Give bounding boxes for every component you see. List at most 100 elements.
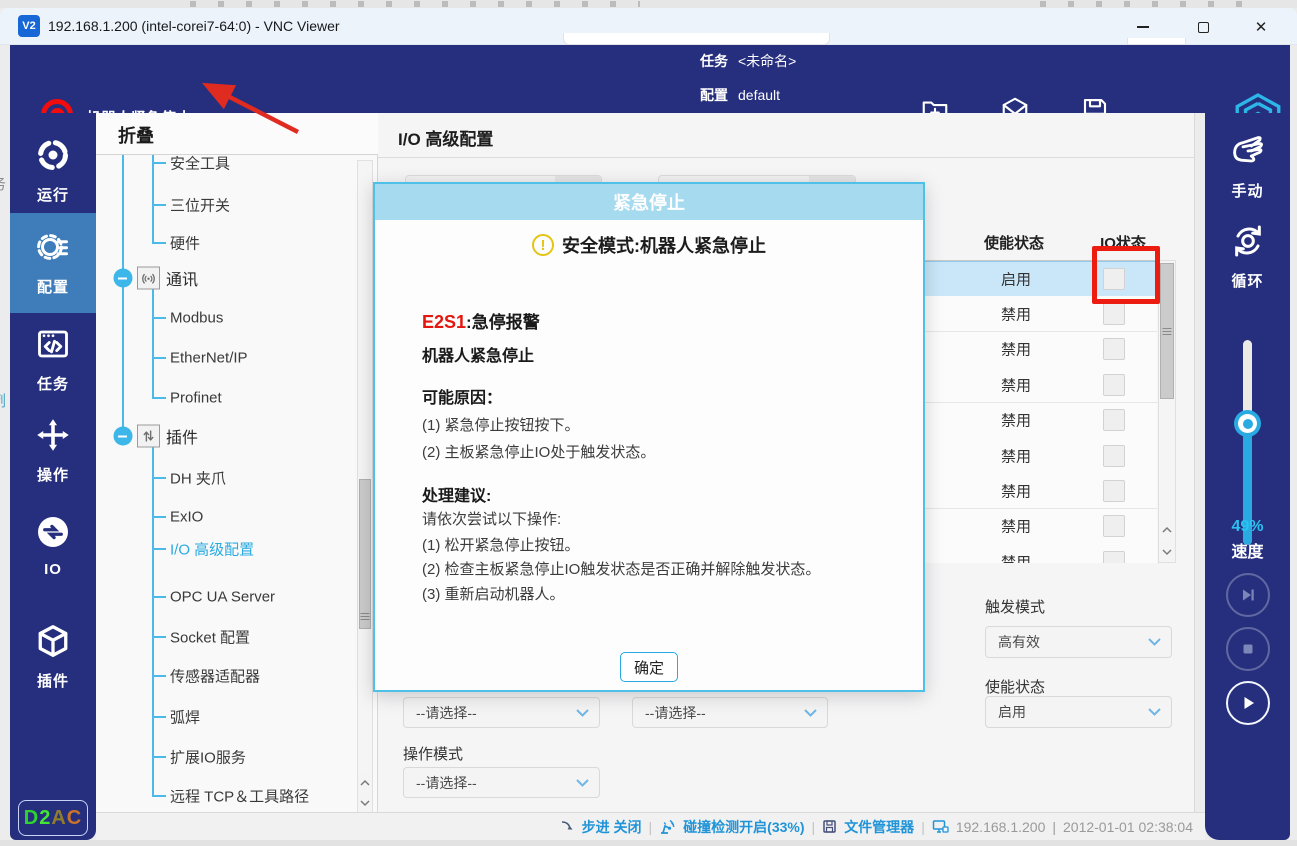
enable-state-cell: 启用 [961,269,1071,290]
enable-state-select[interactable]: 启用 [985,696,1172,728]
sidebar-item-io[interactable]: IO [10,503,96,589]
tree-item[interactable]: 传感器适配器 [170,666,260,687]
speed-slider-handle[interactable] [1234,410,1261,437]
io-state-checkbox[interactable] [1103,445,1125,467]
minimize-button[interactable] [1120,14,1166,40]
tree-item[interactable]: Profinet [170,390,222,407]
advice-item: (2) 检查主板紧急停止IO触发状态是否正确并解除触发状态。 [422,558,905,579]
tree-connector-stub [152,204,166,206]
tree-item[interactable]: 远程 TCP＆工具路径 [170,786,309,807]
tree-item[interactable]: 弧焊 [170,707,200,728]
vnc-toolbar-peek [563,33,830,45]
play-button[interactable] [1226,681,1270,725]
jog-icon [35,417,71,458]
sidebar-item-1[interactable]: 配置 [10,213,96,313]
trigger-mode-select[interactable]: 高有效 [985,626,1172,658]
tree-item[interactable]: EtherNet/IP [170,350,248,367]
tree-scroll-down-button[interactable] [358,793,372,813]
divider: | [812,819,816,835]
left-nav-sidebar: 运行配置任务操作 IO 插件 D2AC [10,113,96,840]
tree-item[interactable]: Modbus [170,310,223,327]
manual-mode-button[interactable]: 手动 [1205,131,1290,201]
tree-item-selected[interactable]: I/O 高级配置 [170,539,254,560]
tree-connector-stub [152,675,166,677]
tree-connector-stub [152,397,166,399]
tree-item[interactable]: 硬件 [170,233,200,254]
d2ac-letter: D [24,807,39,830]
tree-collapse-button[interactable] [113,427,132,446]
step-mode-icon [560,819,575,834]
dialog-alert-line: ! 安全模式:机器人紧急停止 [375,232,923,258]
tree-group-item[interactable]: 插件 [166,424,198,448]
background-window-strip [0,0,1297,8]
warning-icon: ! [532,234,554,256]
play-icon [1238,693,1258,713]
task-field: 任务<未命名> [700,51,796,71]
connection-ip: 192.168.1.200 [956,819,1046,835]
tree-item[interactable]: DH 夹爪 [170,468,226,489]
tree-scrollbar[interactable] [357,160,373,812]
table-scrollbar-handle[interactable] [1160,263,1174,399]
task-label: 任务 [700,53,728,69]
step-run-button[interactable] [1226,573,1270,617]
tree-item[interactable]: 扩展IO服务 [170,747,246,768]
settings-icon [35,229,71,270]
error-name: :急停报警 [466,313,540,332]
tree-item[interactable]: ExIO [170,509,203,526]
collision-detection-status[interactable]: 碰撞检测开启(33%) [683,817,804,837]
tree-item[interactable]: 安全工具 [170,155,230,174]
enable-state-cell: 禁用 [961,303,1071,324]
io-state-checkbox[interactable] [1103,551,1125,563]
tree-item[interactable]: 三位开关 [170,195,230,216]
table-scroll-up-button[interactable] [1159,520,1175,540]
error-code: E2S1 [422,312,466,332]
tree-connector-line [152,436,154,796]
tree-connector-stub [152,548,166,550]
tree-scrollbar-handle[interactable] [359,479,371,629]
io-state-checkbox[interactable] [1103,374,1125,396]
hand-icon [1228,131,1268,171]
enable-state-label: 使能状态 [985,676,1045,697]
operation-mode-select[interactable]: --请选择-- [403,767,600,798]
file-manager-link[interactable]: 文件管理器 [844,817,914,837]
run-icon [35,137,71,178]
io-state-checkbox[interactable] [1103,515,1125,537]
d2ac-letter: 2 [39,807,51,830]
select-input-1[interactable]: --请选择-- [403,697,600,728]
cycle-mode-button[interactable]: 循环 [1205,221,1290,291]
tree-connector-line [152,155,154,243]
table-scrollbar[interactable] [1158,260,1176,563]
tree-scroll-up-button[interactable] [358,773,372,793]
io-state-checkbox[interactable] [1103,338,1125,360]
select-input-2[interactable]: --请选择-- [632,697,828,728]
collapse-all-button[interactable]: 折叠 [118,122,154,148]
tree-group-item[interactable]: 通讯 [166,266,198,290]
divider: | [1052,819,1056,835]
io-state-checkbox[interactable] [1103,409,1125,431]
background-icons-artifact [1040,1,1260,7]
chevron-down-icon [1148,638,1161,647]
stop-button[interactable] [1226,627,1270,671]
close-button[interactable]: ✕ [1238,14,1284,40]
tree-item[interactable]: Socket 配置 [170,627,250,648]
io-state-checkbox[interactable] [1103,480,1125,502]
speed-percentage: 49% [1205,518,1290,536]
plugin-icon [35,623,71,664]
chevron-down-icon [576,708,589,717]
io-state-checkbox[interactable] [1103,303,1125,325]
safety-mode-text: 安全模式:机器人紧急停止 [562,232,766,258]
table-scroll-down-button[interactable] [1159,542,1175,562]
enable-state-cell: 禁用 [961,339,1071,360]
sidebar-item-0[interactable]: 运行 [10,128,96,214]
ok-button[interactable]: 确定 [620,652,678,682]
maximize-button[interactable] [1180,14,1226,40]
sidebar-item-5[interactable]: 插件 [10,614,96,700]
tree-connector-stub [152,162,166,164]
tree-collapse-button[interactable] [113,269,132,288]
tree-item[interactable]: OPC UA Server [170,589,275,606]
sidebar-item-2[interactable]: 任务 [10,317,96,403]
tree-connector-stub [152,242,166,244]
sidebar-item-3[interactable]: 操作 [10,408,96,494]
d2ac-badge[interactable]: D2AC [18,800,88,836]
step-mode-status[interactable]: 步进 关闭 [582,817,642,837]
